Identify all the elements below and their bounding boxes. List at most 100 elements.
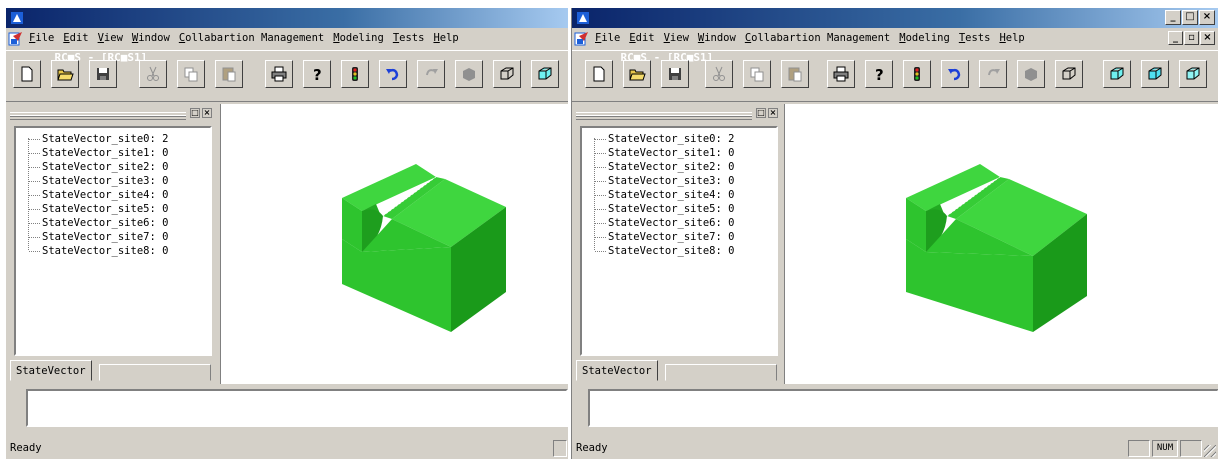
- menu-help[interactable]: Help: [999, 29, 1024, 48]
- mdi-minimize-button[interactable]: _: [1168, 31, 1183, 45]
- menu-modeling[interactable]: Modeling: [333, 29, 384, 48]
- tree-item-site4[interactable]: StateVector_site4: 0: [16, 188, 210, 202]
- cut-button[interactable]: [705, 60, 733, 88]
- shaded-view-2-button[interactable]: [1141, 60, 1169, 88]
- resize-grip[interactable]: [1204, 445, 1216, 457]
- redo-button[interactable]: [979, 60, 1007, 88]
- solid-view-button[interactable]: [455, 60, 483, 88]
- new-button[interactable]: [13, 60, 41, 88]
- 3d-viewport[interactable]: [220, 104, 568, 384]
- status-bar: Ready NUM: [572, 438, 1218, 459]
- menu-edit[interactable]: Edit: [63, 29, 88, 48]
- menu-modeling[interactable]: Modeling: [899, 29, 950, 48]
- mdi-restore-button[interactable]: ▫: [1184, 31, 1199, 45]
- panel-restore-button[interactable]: □: [190, 108, 200, 118]
- signal-button[interactable]: [903, 60, 931, 88]
- tree-item-site0[interactable]: StateVector_site0: 2: [582, 132, 776, 146]
- cut-button[interactable]: [139, 60, 167, 88]
- menu-tests[interactable]: Tests: [393, 29, 425, 48]
- cyan-box-icon: [1110, 67, 1124, 80]
- menu-window[interactable]: Window: [132, 29, 170, 48]
- svg-text:?: ?: [313, 66, 322, 83]
- menu-view[interactable]: View: [98, 29, 123, 48]
- open-button[interactable]: [51, 60, 79, 88]
- tree-item-site2[interactable]: StateVector_site2: 0: [16, 160, 210, 174]
- print-button[interactable]: [265, 60, 293, 88]
- tree-item-site6[interactable]: StateVector_site6: 0: [582, 216, 776, 230]
- tree-item-site8[interactable]: StateVector_site8: 0: [582, 244, 776, 258]
- about-button[interactable]: ?: [865, 60, 893, 88]
- tab-statevector[interactable]: StateVector: [10, 360, 92, 381]
- output-panel[interactable]: [26, 389, 568, 427]
- panel-header: □ ×: [6, 106, 216, 122]
- maximize-button[interactable]: □: [1182, 10, 1198, 25]
- shaded-view-button[interactable]: [531, 60, 559, 88]
- title-bar[interactable]: RC■S - [RC■S1]: [6, 8, 568, 64]
- close-button[interactable]: ×: [1199, 10, 1215, 25]
- panel-header: □ ×: [572, 106, 782, 122]
- save-button[interactable]: [89, 60, 117, 88]
- paste-button[interactable]: [215, 60, 243, 88]
- tree-item-site5[interactable]: StateVector_site5: 0: [582, 202, 776, 216]
- open-button[interactable]: [623, 60, 651, 88]
- menu-tests[interactable]: Tests: [959, 29, 991, 48]
- svg-text:?: ?: [875, 66, 884, 83]
- title-bar[interactable]: RC■S - [RC■S1] _ □ ×: [572, 8, 1218, 64]
- panel-close-button[interactable]: ×: [202, 108, 212, 118]
- tree-item-site2[interactable]: StateVector_site2: 0: [582, 160, 776, 174]
- tab-statevector[interactable]: StateVector: [576, 360, 658, 381]
- tree-item-site3[interactable]: StateVector_site3: 0: [16, 174, 210, 188]
- tab-empty: [665, 364, 777, 381]
- menu-file[interactable]: File: [595, 29, 620, 48]
- undo-button[interactable]: [379, 60, 407, 88]
- menu-help[interactable]: Help: [433, 29, 458, 48]
- about-button[interactable]: ?: [303, 60, 331, 88]
- cut-icon: [147, 66, 159, 81]
- tab-empty: [99, 364, 211, 381]
- state-vector-tree[interactable]: StateVector_site0: 2 StateVector_site1: …: [580, 126, 778, 356]
- mdi-close-button[interactable]: ×: [1200, 31, 1215, 45]
- shaded-view-3-button[interactable]: [1179, 60, 1207, 88]
- wireframe-view-button[interactable]: [1055, 60, 1083, 88]
- save-button[interactable]: [661, 60, 689, 88]
- tree-item-site8[interactable]: StateVector_site8: 0: [16, 244, 210, 258]
- paste-button[interactable]: [781, 60, 809, 88]
- tree-item-site6[interactable]: StateVector_site6: 0: [16, 216, 210, 230]
- document-icon[interactable]: [574, 31, 590, 46]
- wireframe-view-button[interactable]: [493, 60, 521, 88]
- tree-item-site0[interactable]: StateVector_site0: 2: [16, 132, 210, 146]
- menu-collaboration[interactable]: Collabartion Management: [745, 29, 890, 48]
- copy-button[interactable]: [743, 60, 771, 88]
- redo-button[interactable]: [417, 60, 445, 88]
- menu-collaboration[interactable]: Collabartion Management: [179, 29, 324, 48]
- tree-item-site5[interactable]: StateVector_site5: 0: [16, 202, 210, 216]
- panel-restore-button[interactable]: □: [756, 108, 766, 118]
- minimize-button[interactable]: _: [1165, 10, 1181, 25]
- shaded-view-button[interactable]: [1103, 60, 1131, 88]
- panel-close-button[interactable]: ×: [768, 108, 778, 118]
- status-text: Ready: [576, 442, 608, 454]
- menu-window[interactable]: Window: [698, 29, 736, 48]
- tree-item-site4[interactable]: StateVector_site4: 0: [582, 188, 776, 202]
- print-button[interactable]: [827, 60, 855, 88]
- solid-box-icon: [463, 68, 475, 81]
- solid-view-button[interactable]: [1017, 60, 1045, 88]
- 3d-viewport[interactable]: [784, 104, 1218, 384]
- tree-item-site1[interactable]: StateVector_site1: 0: [582, 146, 776, 160]
- tree-item-site7[interactable]: StateVector_site7: 0: [16, 230, 210, 244]
- tree-item-site1[interactable]: StateVector_site1: 0: [16, 146, 210, 160]
- copy-button[interactable]: [177, 60, 205, 88]
- signal-button[interactable]: [341, 60, 369, 88]
- menu-view[interactable]: View: [664, 29, 689, 48]
- menu-file[interactable]: File: [29, 29, 54, 48]
- new-button[interactable]: [585, 60, 613, 88]
- output-panel[interactable]: [588, 389, 1218, 427]
- tree-item-site3[interactable]: StateVector_site3: 0: [582, 174, 776, 188]
- state-vector-tree[interactable]: StateVector_site0: 2 StateVector_site1: …: [14, 126, 212, 356]
- cyan-box-2-icon: [1148, 67, 1162, 80]
- tree-item-site7[interactable]: StateVector_site7: 0: [582, 230, 776, 244]
- document-icon[interactable]: [8, 31, 24, 46]
- undo-button[interactable]: [941, 60, 969, 88]
- menu-edit[interactable]: Edit: [629, 29, 654, 48]
- status-num: NUM: [1152, 440, 1178, 457]
